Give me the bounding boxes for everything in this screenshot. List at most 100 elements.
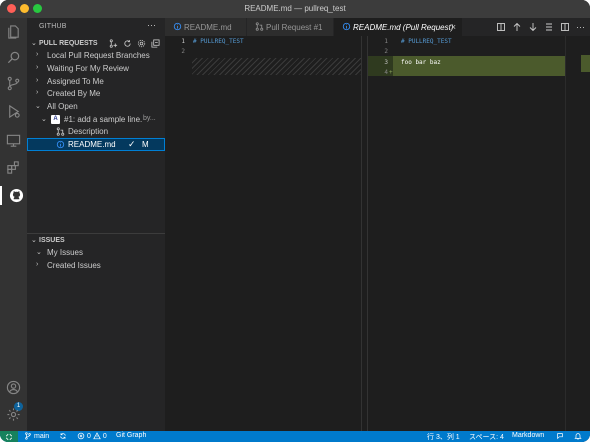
line-number: 2	[181, 48, 185, 55]
sidebar-more-icon[interactable]: ···	[147, 20, 156, 30]
added-marker: +	[389, 69, 393, 76]
tree-item-label: Created By Me	[47, 89, 101, 98]
split-editor-icon[interactable]	[559, 21, 570, 32]
language-label: Markdown	[512, 432, 545, 439]
search-icon[interactable]	[4, 48, 23, 67]
pull-request-title: #1: add a sample line.	[64, 115, 143, 124]
chevron-right-icon: ›	[36, 261, 39, 268]
warning-icon	[93, 432, 101, 440]
checkmark-icon[interactable]: ✓	[128, 139, 136, 150]
line-number: 1	[181, 38, 185, 45]
next-change-icon[interactable]	[527, 21, 538, 32]
manage-gear-icon[interactable]	[4, 405, 23, 424]
diff-overview-ruler[interactable]	[565, 36, 590, 431]
chevron-down-icon: ⌄	[41, 116, 47, 123]
pull-requests-section-label: PULL REQUESTS	[39, 40, 98, 47]
accounts-icon[interactable]	[4, 378, 23, 397]
tree-item-created-issues[interactable]: › Created Issues	[27, 259, 165, 272]
tab-pull-request[interactable]: Pull Request #1	[247, 18, 334, 36]
open-file-icon[interactable]	[495, 21, 506, 32]
tree-item-readme-file[interactable]: README.md ✓ M	[27, 138, 165, 151]
tab-label: Pull Request #1	[266, 23, 323, 32]
warning-count: 0	[102, 432, 107, 440]
error-icon	[77, 432, 85, 440]
tree-item-all-open[interactable]: ⌄ All Open	[27, 100, 165, 113]
more-actions-icon[interactable]: ···	[575, 21, 586, 32]
tree-item-waiting-review[interactable]: › Waiting For My Review	[27, 62, 165, 75]
pull-request-icon	[56, 127, 65, 136]
indentation-indicator[interactable]: スペース: 4	[469, 432, 504, 442]
line-number: 2	[384, 48, 388, 55]
chevron-right-icon: ⌄	[36, 249, 42, 256]
chevron-right-icon: ›	[36, 64, 39, 71]
feedback-icon[interactable]	[556, 432, 564, 440]
tree-item-label: My Issues	[47, 248, 84, 257]
git-graph-label: Git Graph	[116, 432, 147, 439]
line-number: 4	[384, 69, 388, 76]
run-debug-icon[interactable]	[4, 102, 23, 121]
source-control-icon[interactable]	[4, 74, 23, 93]
tab-label: README.md	[184, 23, 232, 32]
code-line: foo bar baz	[401, 59, 441, 66]
tree-item-created-by-me[interactable]: › Created By Me	[27, 87, 165, 100]
pull-requests-toolbar	[108, 38, 161, 49]
error-count: 0	[87, 432, 91, 440]
pull-request-author: by...	[143, 115, 156, 122]
explorer-icon[interactable]	[4, 22, 23, 41]
author-avatar: A	[51, 115, 60, 124]
code-line: # PULLREQ_TEST	[401, 38, 452, 45]
cursor-position[interactable]: 行 3、列 1	[427, 432, 460, 442]
collapse-all-icon[interactable]	[150, 38, 161, 49]
status-bar: main 0 0 Git Graph 行 3、列 1 スペース: 4 Markd…	[0, 431, 590, 442]
tab-readme-pull-request[interactable]: README.md (Pull Request) ×	[334, 18, 463, 36]
sidebar-header: GITHUB ···	[27, 18, 165, 36]
line-number: 3	[384, 59, 388, 66]
diff-original-editor[interactable]	[165, 36, 361, 431]
remote-explorer-icon[interactable]	[4, 131, 23, 150]
tree-item-label: Local Pull Request Branches	[47, 51, 150, 60]
chevron-right-icon: ›	[36, 89, 39, 96]
activity-bar: 1	[0, 18, 27, 431]
branch-indicator[interactable]: main	[24, 432, 49, 440]
chevron-down-icon: ⌄	[31, 40, 37, 47]
diff-modified-editor[interactable]	[368, 36, 565, 431]
refresh-icon[interactable]	[122, 38, 133, 49]
cursor-position-label: 行 3、列 1	[427, 434, 460, 441]
remote-indicator-icon[interactable]	[0, 431, 18, 442]
line-number: 1	[384, 38, 388, 45]
extensions-icon[interactable]	[4, 158, 23, 177]
github-icon[interactable]	[0, 186, 27, 205]
language-mode[interactable]: Markdown	[512, 432, 544, 439]
tree-item-local-branches[interactable]: › Local Pull Request Branches	[27, 49, 165, 62]
editor-tab-bar: README.md Pull Request #1 README.md (Pul…	[165, 18, 590, 36]
toggle-whitespace-icon[interactable]	[543, 21, 554, 32]
github-sidebar: GITHUB ··· ⌄ PULL REQUESTS › Local Pull …	[27, 18, 165, 431]
previous-change-icon[interactable]	[511, 21, 522, 32]
close-tab-icon[interactable]: ×	[451, 22, 456, 32]
diff-splitter[interactable]	[361, 36, 368, 431]
diff-removed-placeholder	[192, 58, 361, 75]
info-file-icon	[342, 22, 351, 31]
git-graph-button[interactable]: Git Graph	[116, 432, 146, 439]
problems-indicator[interactable]: 0 0	[77, 432, 107, 440]
code-line: # PULLREQ_TEST	[193, 38, 244, 45]
create-pull-request-icon[interactable]	[108, 38, 119, 49]
tab-label: README.md (Pull Request)	[353, 23, 454, 32]
vscode-window: README.md — pullreq_test 1 GITHUB ··· ⌄ …	[0, 0, 590, 442]
indentation-label: スペース: 4	[469, 434, 504, 441]
issues-section-label: ISSUES	[39, 237, 65, 244]
chevron-down-icon: ⌄	[31, 237, 37, 244]
title-bar: README.md — pullreq_test	[0, 0, 590, 18]
tree-item-description[interactable]: Description	[27, 125, 165, 138]
sync-icon[interactable]	[59, 432, 67, 440]
notifications-bell-icon[interactable]	[574, 432, 582, 440]
branch-name: main	[34, 432, 50, 440]
tree-item-my-issues[interactable]: ⌄ My Issues	[27, 246, 165, 259]
tree-item-label: Assigned To Me	[47, 77, 104, 86]
info-file-icon	[173, 22, 182, 31]
sidebar-title: GITHUB	[39, 23, 67, 30]
description-label: Description	[68, 127, 109, 136]
settings-gear-icon[interactable]	[136, 38, 147, 49]
tree-item-label: Created Issues	[47, 261, 101, 270]
tab-readme[interactable]: README.md	[165, 18, 247, 36]
